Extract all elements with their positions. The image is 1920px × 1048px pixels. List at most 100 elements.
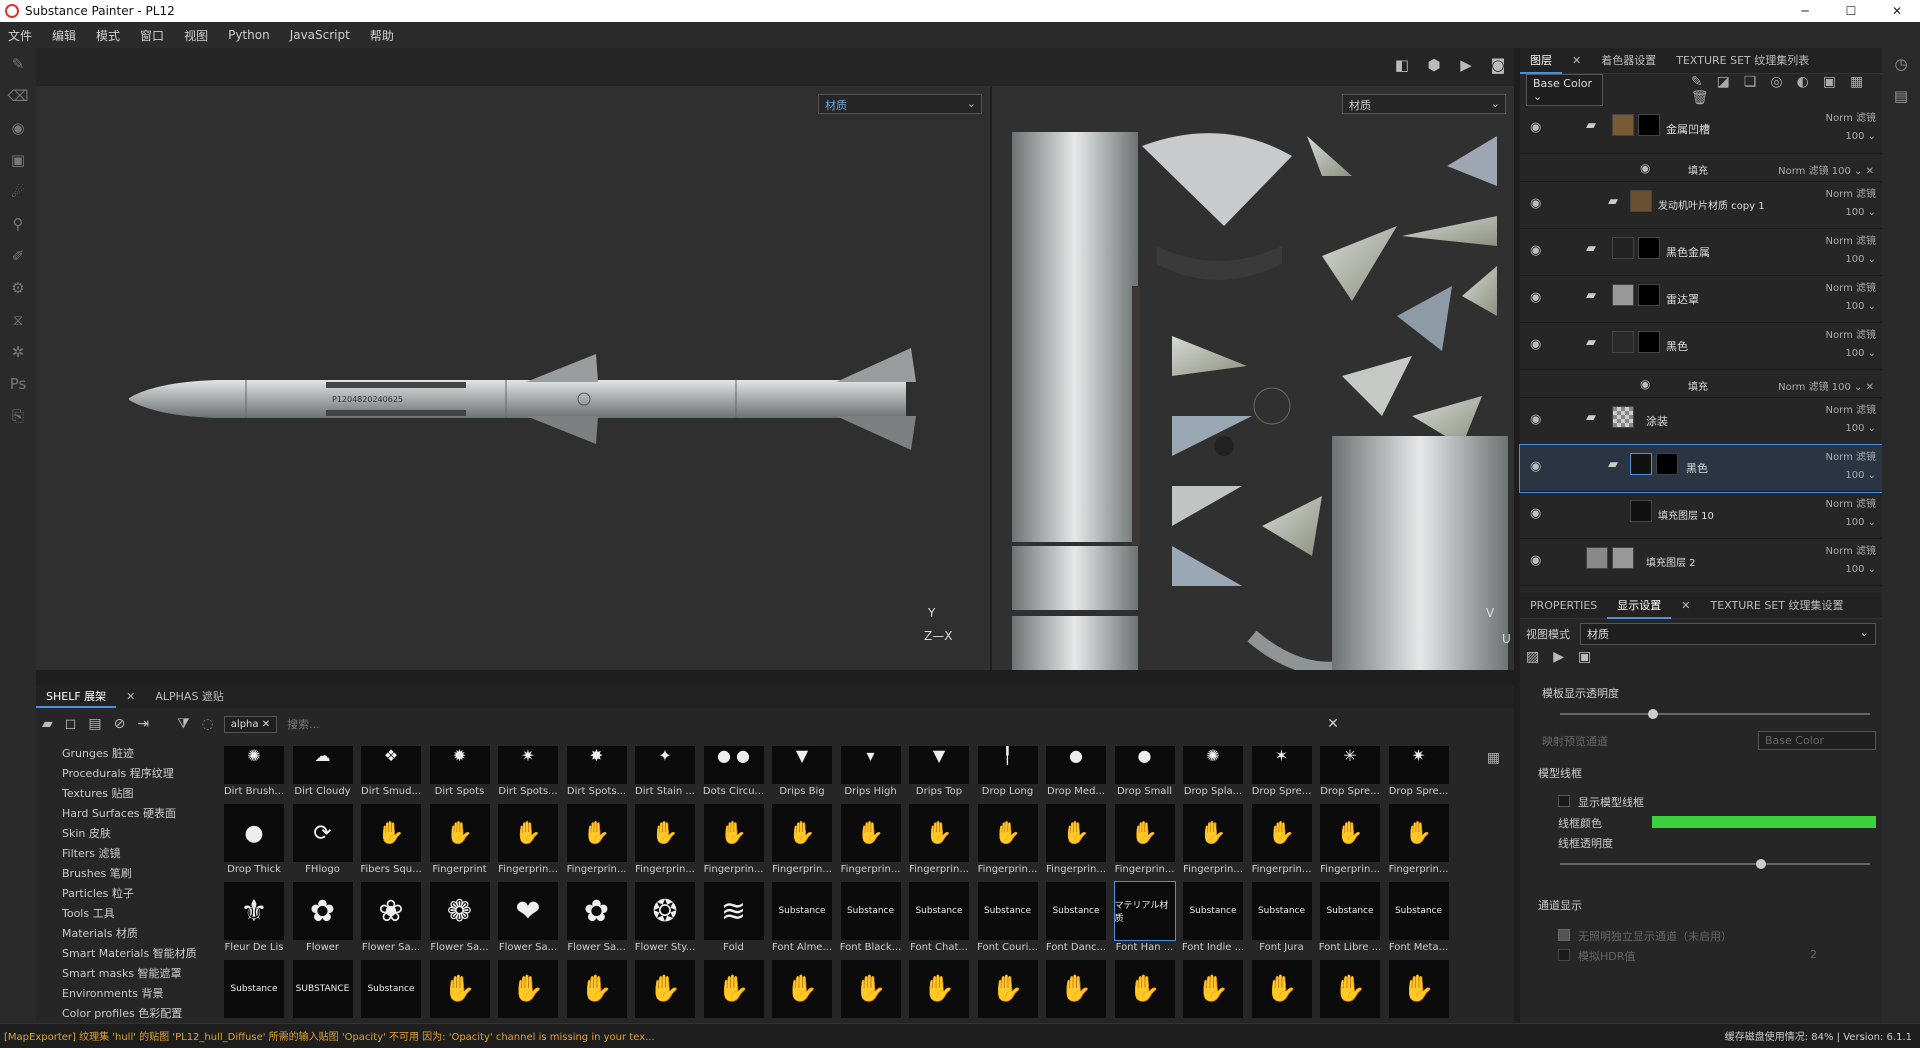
alpha-item[interactable]: ❂ Flower Sty... xyxy=(631,882,699,960)
eye-icon[interactable]: ◉ xyxy=(1530,553,1541,568)
screenshot-icon[interactable]: ◙ xyxy=(1482,56,1514,74)
alpha-item[interactable]: Substance Font Indie ... xyxy=(1179,882,1247,960)
close-button[interactable]: ✕ xyxy=(1874,0,1920,22)
alpha-item[interactable]: ✺ Dirt Brush... xyxy=(220,746,288,804)
channel-select[interactable]: Base Color ⌄ xyxy=(1526,74,1603,106)
eye-icon[interactable]: ◉ xyxy=(1530,120,1541,135)
category-item[interactable]: Environments 背景 xyxy=(36,984,206,1004)
alpha-item[interactable]: ☁ Dirt Cloudy xyxy=(289,746,357,804)
color-picker-icon[interactable]: ✐ xyxy=(0,240,36,272)
alpha-item[interactable]: ▾ Drips High xyxy=(837,746,905,804)
history-icon[interactable]: ◷ xyxy=(1882,48,1920,80)
close-icon[interactable]: ✕ xyxy=(1671,593,1700,619)
alpha-item[interactable]: マテリアル材质 Font Han ... xyxy=(1111,881,1179,960)
alpha-item[interactable]: ✋ xyxy=(837,960,905,1023)
layer-item[interactable]: ◉ ▰ 金属凹槽 Norm 滤镜 100 ⌄ xyxy=(1520,106,1882,154)
alpha-item[interactable]: Substance Font Libre ... xyxy=(1316,882,1384,960)
eye-icon[interactable]: ◉ xyxy=(1530,506,1541,521)
eraser-icon[interactable]: ⌫ xyxy=(0,80,36,112)
alpha-item[interactable]: ✋ Fingerprin... xyxy=(1179,804,1247,882)
alpha-item[interactable]: ● ● Dots Circu... xyxy=(700,746,768,804)
alpha-item[interactable]: Substance xyxy=(357,960,425,1023)
shelf-action-icons[interactable]: ▰◻▤⊘⇥ xyxy=(42,716,161,732)
filter-tag[interactable]: alpha ✕ xyxy=(223,715,278,733)
export-icon[interactable]: ⎘ xyxy=(0,400,36,432)
alpha-item[interactable]: ● Drop Thick xyxy=(220,804,288,882)
layer-actions-icons[interactable]: ✎◪❏◎◐▣▦🗑 xyxy=(1691,74,1882,106)
projection-icon[interactable]: ◉ xyxy=(0,112,36,144)
viewport-3d[interactable]: 材质 ⌄ P1204820240625 Y Z—X xyxy=(36,86,990,670)
alpha-item[interactable]: ✋ Fingerprin... xyxy=(631,804,699,882)
maximize-button[interactable]: ☐ xyxy=(1828,0,1874,22)
filter-icon[interactable]: ⧩ xyxy=(177,716,190,732)
layer-item-selected[interactable]: ◉ ▰ 黑色 Norm 滤镜 100 ⌄ xyxy=(1519,444,1883,493)
alpha-item[interactable]: ✹ Dirt Spots xyxy=(426,746,494,804)
alpha-item[interactable]: ✦ Dirt Stain ... xyxy=(631,746,699,804)
menu-mode[interactable]: 模式 xyxy=(96,27,120,44)
tab-display-settings[interactable]: 显示设置 xyxy=(1607,593,1672,619)
camera-icon[interactable]: ▶ xyxy=(1450,56,1482,74)
alpha-item[interactable]: ✸ Dirt Spots... xyxy=(563,746,631,804)
clone-stamp-icon[interactable]: ⚲ xyxy=(0,208,36,240)
alpha-item[interactable]: ✳ Drop Spre... xyxy=(1316,746,1384,804)
tab-layers[interactable]: 图层 xyxy=(1520,48,1562,74)
alpha-item[interactable]: ≋ Fold xyxy=(700,882,768,960)
alpha-item[interactable]: ✋ xyxy=(563,960,631,1023)
alpha-item[interactable]: ╿ Drop Long xyxy=(974,746,1042,804)
menu-window[interactable]: 窗口 xyxy=(140,27,164,44)
close-icon[interactable]: ✕ xyxy=(1562,48,1591,74)
alpha-item[interactable]: ✋ xyxy=(700,960,768,1023)
alpha-item[interactable]: ⟳ FHlogo xyxy=(289,804,357,882)
tab-alphas[interactable]: ALPHAS 遮贴 xyxy=(145,686,234,708)
tab-shader[interactable]: 着色器设置 xyxy=(1591,48,1666,74)
category-item[interactable]: Materials 材质 xyxy=(36,924,206,944)
alpha-item[interactable]: ✋ Fingerprin... xyxy=(1248,804,1316,882)
minimize-button[interactable]: ─ xyxy=(1782,0,1828,22)
alpha-item[interactable]: ✺ Drop Spla... xyxy=(1179,746,1247,804)
alpha-item[interactable]: ✋ Fibers Squ... xyxy=(357,804,425,882)
alpha-item[interactable]: ✋ xyxy=(905,960,973,1023)
close-search-icon[interactable]: ✕ xyxy=(1327,716,1339,732)
category-item[interactable]: Grunges 脏迹 xyxy=(36,744,206,764)
alpha-item[interactable]: ✿ Flower Sa... xyxy=(563,882,631,960)
category-item[interactable]: Particles 粒子 xyxy=(36,884,206,904)
eye-icon[interactable]: ◉ xyxy=(1530,459,1541,474)
category-item[interactable]: Hard Surfaces 硬表面 xyxy=(36,804,206,824)
layer-item[interactable]: ◉ ▰ 黑色金属 Norm 滤镜 100 ⌄ xyxy=(1520,229,1882,276)
alpha-item[interactable]: Substance Font Alme... xyxy=(768,882,836,960)
layer-item[interactable]: ◉ ▰ 发动机叶片材质 copy 1 Norm 滤镜 100 ⌄ xyxy=(1520,182,1882,229)
gear-icon[interactable]: ✲ xyxy=(0,336,36,368)
alpha-item[interactable]: ✋ Fingerprin... xyxy=(1385,804,1453,882)
layer-item[interactable]: ◉ ▰ 涂装 Norm 滤镜 100 ⌄ xyxy=(1520,398,1882,445)
refresh-icon[interactable]: ◌ xyxy=(202,716,214,732)
photoshop-icon[interactable]: Ps xyxy=(0,368,36,400)
bg-opacity-slider[interactable] xyxy=(1560,709,1870,719)
alpha-item[interactable]: ✋ Fingerprin... xyxy=(1111,804,1179,882)
menu-file[interactable]: 文件 xyxy=(8,27,32,44)
log-icon[interactable]: ▤ xyxy=(1882,80,1920,112)
alpha-item[interactable]: ✋ Fingerprin... xyxy=(700,804,768,882)
alpha-item[interactable]: Substance Font Danc... xyxy=(1042,882,1110,960)
preview-channel-select[interactable]: Base Color xyxy=(1758,731,1876,750)
alpha-item[interactable]: Substance Font Meta... xyxy=(1385,882,1453,960)
alpha-item[interactable]: ✿ Flower xyxy=(289,882,357,960)
alpha-item[interactable]: ✋ xyxy=(768,960,836,1023)
alpha-item[interactable]: ✋ xyxy=(1179,960,1247,1023)
fill-sublayer[interactable]: ◉ 填充 Norm 滤镜 100 ⌄ ✕ xyxy=(1520,370,1882,398)
alpha-item[interactable]: ✋ xyxy=(974,960,1042,1023)
view-mode-select[interactable]: 材质 ⌄ xyxy=(1580,623,1876,645)
search-input[interactable]: 搜索... xyxy=(287,716,1327,732)
eye-icon[interactable]: ◉ xyxy=(1530,196,1541,211)
layer-item[interactable]: ◉ 填充图层 10 Norm 滤镜 100 ⌄ xyxy=(1520,492,1882,539)
grid-view-icon[interactable]: ▦ xyxy=(1487,750,1500,766)
layer-item[interactable]: ◉ 填充图层 2 Norm 滤镜 100 ⌄ xyxy=(1520,539,1882,586)
category-item[interactable]: Smart Materials 智能材质 xyxy=(36,944,206,964)
alpha-item[interactable]: ▼ Drips Big xyxy=(768,746,836,804)
alpha-item[interactable]: ● Drop Med... xyxy=(1042,746,1110,804)
wire-opacity-slider[interactable] xyxy=(1560,859,1870,869)
slider-knob[interactable] xyxy=(1648,709,1658,719)
menu-javascript[interactable]: JavaScript xyxy=(290,28,350,42)
alpha-item[interactable]: ❖ Dirt Smud... xyxy=(357,746,425,804)
alpha-item[interactable]: ❀ Flower Sa... xyxy=(357,882,425,960)
tab-texture-set-settings[interactable]: TEXTURE SET 纹理集设置 xyxy=(1700,593,1853,619)
